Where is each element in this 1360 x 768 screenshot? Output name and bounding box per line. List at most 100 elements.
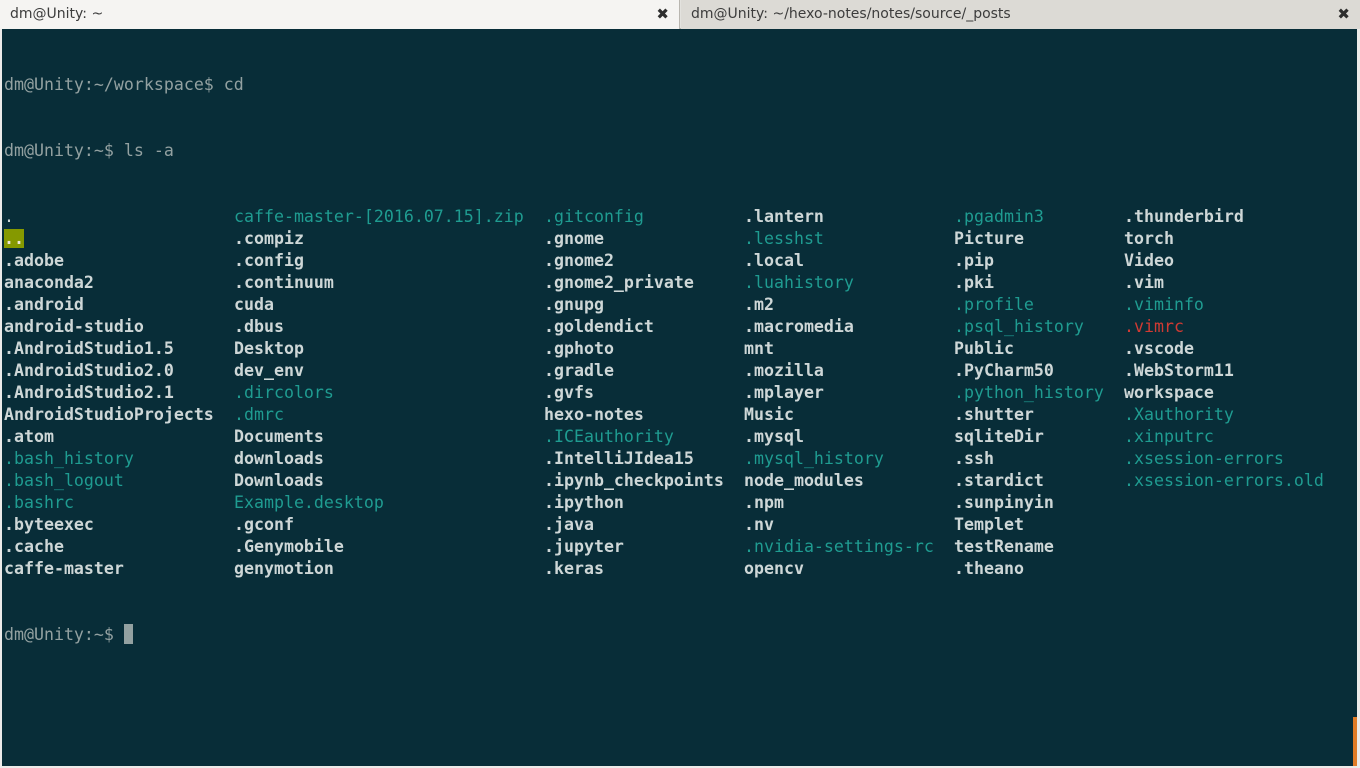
file-entry: .nv: [744, 515, 774, 534]
file-entry: Desktop: [234, 339, 304, 358]
file-entry: .viminfo: [1124, 295, 1204, 314]
file-entry: .adobe: [4, 251, 64, 270]
listing-cell: .WebStorm11: [1124, 360, 1354, 382]
listing-row: .AndroidStudio2.0 dev_env .gradle .mozilla.…: [4, 360, 1354, 382]
listing-cell: .macromedia: [744, 316, 954, 338]
file-entry: .byteexec: [4, 515, 94, 534]
listing-row: caffe-master genymotion .keras opencv .thean…: [4, 558, 1354, 580]
file-entry: downloads: [234, 449, 324, 468]
listing-cell: .byteexec: [4, 514, 234, 536]
file-entry: .vim: [1124, 273, 1164, 292]
directory-listing: . caffe-master-[2016.07.15].zip .gitconfig…: [4, 206, 1354, 580]
listing-cell: .mysql: [744, 426, 954, 448]
file-entry: Picture: [954, 229, 1024, 248]
file-entry: .ssh: [954, 449, 994, 468]
listing-cell: Picture: [954, 228, 1124, 250]
file-entry: .bash_history: [4, 449, 134, 468]
current-prompt: dm@Unity:~$: [4, 624, 1354, 646]
file-entry: .lesshst: [744, 229, 824, 248]
listing-cell: .gnupg: [544, 294, 744, 316]
file-entry: .Genymobile: [234, 537, 344, 556]
file-entry: .AndroidStudio2.0: [4, 361, 174, 380]
listing-cell: .xsession-errors.old: [1124, 470, 1354, 492]
file-entry: .stardict: [954, 471, 1044, 490]
listing-cell: Desktop: [234, 338, 544, 360]
file-entry: .goldendict: [544, 317, 654, 336]
listing-row: .bashrc Example.desktop .ipython .npm .sunpi…: [4, 492, 1354, 514]
prompt-text: dm@Unity:~$: [4, 625, 124, 644]
listing-cell: .gvfs: [544, 382, 744, 404]
listing-cell: Example.desktop: [234, 492, 544, 514]
listing-row: AndroidStudioProjects .dmrc hexo-notes Musi…: [4, 404, 1354, 426]
listing-row: .AndroidStudio1.5 Desktop .gphoto mnt Public…: [4, 338, 1354, 360]
terminal-window[interactable]: dm@Unity:~/workspace$ cd dm@Unity:~$ ls …: [2, 29, 1357, 766]
file-entry: .keras: [544, 559, 604, 578]
file-entry: .mysql: [744, 427, 804, 446]
file-entry: .PyCharm50: [954, 361, 1054, 380]
listing-cell: genymotion: [234, 558, 544, 580]
close-tab-icon[interactable]: ✖: [656, 0, 669, 29]
file-entry: Templet: [954, 515, 1024, 534]
file-entry: .macromedia: [744, 317, 854, 336]
listing-cell: .AndroidStudio2.1: [4, 382, 234, 404]
listing-cell: .continuum: [234, 272, 544, 294]
listing-cell: downloads: [234, 448, 544, 470]
file-entry: .gnome2_private: [544, 273, 694, 292]
listing-cell: .stardict: [954, 470, 1124, 492]
listing-row: .bash_logout Downloads .ipynb_checkpoints n…: [4, 470, 1354, 492]
listing-cell: opencv: [744, 558, 954, 580]
file-entry: .java: [544, 515, 594, 534]
listing-cell: .gnome: [544, 228, 744, 250]
listing-cell: .pki: [954, 272, 1124, 294]
file-entry: mnt: [744, 339, 774, 358]
file-entry: android-studio: [4, 317, 144, 336]
tab-posts[interactable]: dm@Unity: ~/hexo-notes/notes/source/_pos…: [681, 0, 1360, 29]
file-entry: .mozilla: [744, 361, 824, 380]
listing-cell: .gnome2_private: [544, 272, 744, 294]
listing-cell: .shutter: [954, 404, 1124, 426]
listing-cell: .ipython: [544, 492, 744, 514]
file-entry: Downloads: [234, 471, 324, 490]
file-entry: opencv: [744, 559, 804, 578]
listing-cell: .lesshst: [744, 228, 954, 250]
listing-cell: .vimrc: [1124, 316, 1354, 338]
listing-cell: caffe-master: [4, 558, 234, 580]
listing-cell: Music: [744, 404, 954, 426]
listing-cell: hexo-notes: [544, 404, 744, 426]
tab-title: dm@Unity: ~: [10, 6, 104, 22]
file-entry: .dircolors: [234, 383, 334, 402]
listing-cell: .profile: [954, 294, 1124, 316]
file-entry: Video: [1124, 251, 1174, 270]
listing-cell: ..: [4, 228, 234, 250]
file-entry: .IntelliJIdea15: [544, 449, 694, 468]
listing-cell: .PyCharm50: [954, 360, 1124, 382]
file-entry: Music: [744, 405, 794, 424]
file-entry: .jupyter: [544, 537, 624, 556]
file-entry: testRename: [954, 537, 1054, 556]
file-entry: .bash_logout: [4, 471, 124, 490]
listing-cell: .Genymobile: [234, 536, 544, 558]
listing-cell: android-studio: [4, 316, 234, 338]
file-entry: AndroidStudioProjects: [4, 405, 214, 424]
listing-row: .AndroidStudio2.1 .dircolors .gvfs .mplayer…: [4, 382, 1354, 404]
file-entry: ..: [4, 229, 24, 248]
close-tab-icon[interactable]: ✖: [1337, 0, 1350, 29]
listing-cell: .nvidia-settings-rc: [744, 536, 954, 558]
listing-cell: .AndroidStudio1.5: [4, 338, 234, 360]
listing-cell: anaconda2: [4, 272, 234, 294]
prompt-line: dm@Unity:~$ ls -a: [4, 140, 1354, 162]
listing-row: .atom Documents .ICEauthority .mysql sqliteD…: [4, 426, 1354, 448]
file-entry: .npm: [744, 493, 784, 512]
listing-cell: Documents: [234, 426, 544, 448]
file-entry: Documents: [234, 427, 324, 446]
tab-title: dm@Unity: ~/hexo-notes/notes/source/_pos…: [691, 6, 1011, 22]
file-entry: node_modules: [744, 471, 864, 490]
file-entry: .ipython: [544, 493, 624, 512]
command-text: dm@Unity:~/workspace$ cd: [4, 75, 244, 94]
listing-cell: .ssh: [954, 448, 1124, 470]
listing-cell: node_modules: [744, 470, 954, 492]
listing-row: anaconda2 .continuum .gnome2_private .luahi…: [4, 272, 1354, 294]
listing-cell: .ICEauthority: [544, 426, 744, 448]
listing-cell: dev_env: [234, 360, 544, 382]
tab-home[interactable]: dm@Unity: ~ ✖: [0, 0, 680, 29]
